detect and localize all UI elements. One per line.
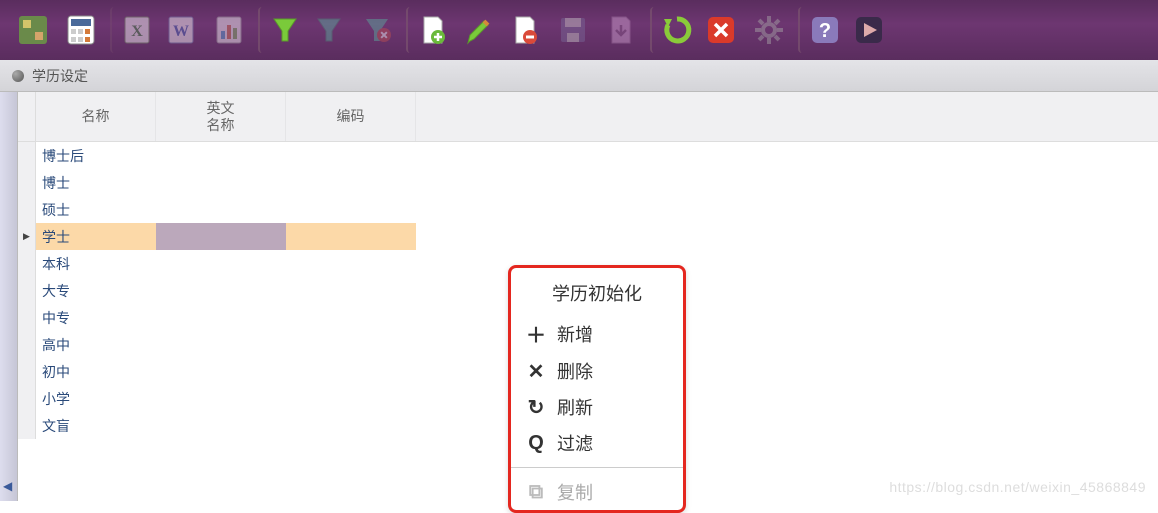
ctx-item-新增[interactable]: ＋ 新增 [511,314,683,353]
funnel-teal-button[interactable] [306,7,352,53]
col-header-eng[interactable]: 英文 名称 [156,92,286,141]
cell-code[interactable] [286,169,416,196]
ctx-item-刷新[interactable]: ↻ 刷新 [511,389,683,425]
cell-code[interactable] [286,304,416,331]
doc-add-button[interactable] [406,7,452,53]
row-indicator [18,412,36,439]
row-indicator [18,358,36,385]
row-indicator [18,142,36,169]
cell-name[interactable]: 大专 [36,277,156,304]
left-rail[interactable]: ◀ [0,92,18,501]
gear-button[interactable] [746,7,792,53]
doc-edit-button[interactable] [454,7,500,53]
ctx-item-label: 过滤 [557,430,593,456]
x-icon: ✕ [525,359,547,384]
funnel-red-button[interactable] [354,7,400,53]
col-header-code[interactable]: 编码 [286,92,416,141]
collapse-arrow-icon[interactable]: ◀ [3,479,12,493]
table-row[interactable]: 硕士 [18,196,1158,223]
plus-icon: ＋ [525,319,547,348]
ctx-item-label: 新增 [557,321,593,347]
cell-eng[interactable] [156,142,286,169]
cell-eng[interactable] [156,412,286,439]
svg-text:X: X [131,23,143,40]
cell-eng[interactable] [156,331,286,358]
table-row[interactable]: 博士 [18,169,1158,196]
save-button[interactable] [550,7,596,53]
cell-code[interactable] [286,250,416,277]
grid-header: 名称 英文 名称 编码 [18,92,1158,142]
cell-code[interactable] [286,277,416,304]
context-menu: 学历初始化 ＋ 新增 ✕ 删除 ↻ 刷新 Q 过滤 ⧉ 复制 [508,265,686,513]
ctx-item-删除[interactable]: ✕ 删除 [511,353,683,389]
cell-code[interactable] [286,412,416,439]
table-row[interactable]: 学士 [18,223,1158,250]
cell-eng[interactable] [156,196,286,223]
cell-name[interactable]: 中专 [36,304,156,331]
chart-button[interactable] [206,7,252,53]
table-row[interactable]: 博士后 [18,142,1158,169]
play-button[interactable] [846,7,892,53]
row-indicator [18,169,36,196]
refresh-button[interactable] [650,7,696,53]
cell-eng[interactable] [156,169,286,196]
ctx-item-copy: ⧉ 复制 [511,474,683,510]
cell-code[interactable] [286,358,416,385]
svg-text:W: W [173,23,189,40]
row-indicator [18,331,36,358]
search-icon: Q [525,432,547,455]
panel-title: 学历设定 [32,66,88,86]
ctx-item-label: 删除 [557,358,593,384]
word-button[interactable]: W [158,7,204,53]
row-indicator [18,304,36,331]
calc-button[interactable] [58,7,104,53]
bullet-icon [12,70,24,82]
panel-titlebar: 学历设定 [0,60,1158,92]
row-indicator [18,385,36,412]
ctx-item-label: 刷新 [557,394,593,420]
cell-eng[interactable] [156,304,286,331]
cell-name[interactable]: 初中 [36,358,156,385]
cell-code[interactable] [286,385,416,412]
cell-eng[interactable] [156,250,286,277]
cell-name[interactable]: 高中 [36,331,156,358]
cell-name[interactable]: 本科 [36,250,156,277]
cell-name[interactable]: 博士 [36,169,156,196]
cell-code[interactable] [286,142,416,169]
copy-icon: ⧉ [525,481,547,504]
cell-eng[interactable] [156,223,286,250]
doc-delete-button[interactable] [502,7,548,53]
cell-name[interactable]: 小学 [36,385,156,412]
funnel-green-button[interactable] [258,7,304,53]
save-to-button[interactable] [598,7,644,53]
row-indicator [18,250,36,277]
excel-button[interactable]: X [110,7,156,53]
cell-code[interactable] [286,223,416,250]
main-toolbar: X W ? [0,0,1158,60]
row-indicator [18,277,36,304]
row-indicator [18,196,36,223]
context-menu-title: 学历初始化 [511,274,683,314]
pin-button[interactable] [10,7,56,53]
cell-name[interactable]: 文盲 [36,412,156,439]
cell-name[interactable]: 硕士 [36,196,156,223]
cell-eng[interactable] [156,277,286,304]
cell-name[interactable]: 学士 [36,223,156,250]
refresh-icon: ↻ [525,395,547,420]
cell-eng[interactable] [156,358,286,385]
context-menu-separator [511,467,683,468]
row-indicator [18,223,36,250]
help-button[interactable]: ? [798,7,844,53]
col-header-name[interactable]: 名称 [36,92,156,141]
cell-code[interactable] [286,331,416,358]
svg-text:?: ? [819,20,831,42]
ctx-item-过滤[interactable]: Q 过滤 [511,425,683,461]
ctx-item-label: 复制 [557,479,593,505]
cell-code[interactable] [286,196,416,223]
watermark: https://blog.csdn.net/weixin_45868849 [889,479,1146,495]
cell-name[interactable]: 博士后 [36,142,156,169]
row-indicator-header [18,92,36,141]
cell-eng[interactable] [156,385,286,412]
close-button[interactable] [698,7,744,53]
